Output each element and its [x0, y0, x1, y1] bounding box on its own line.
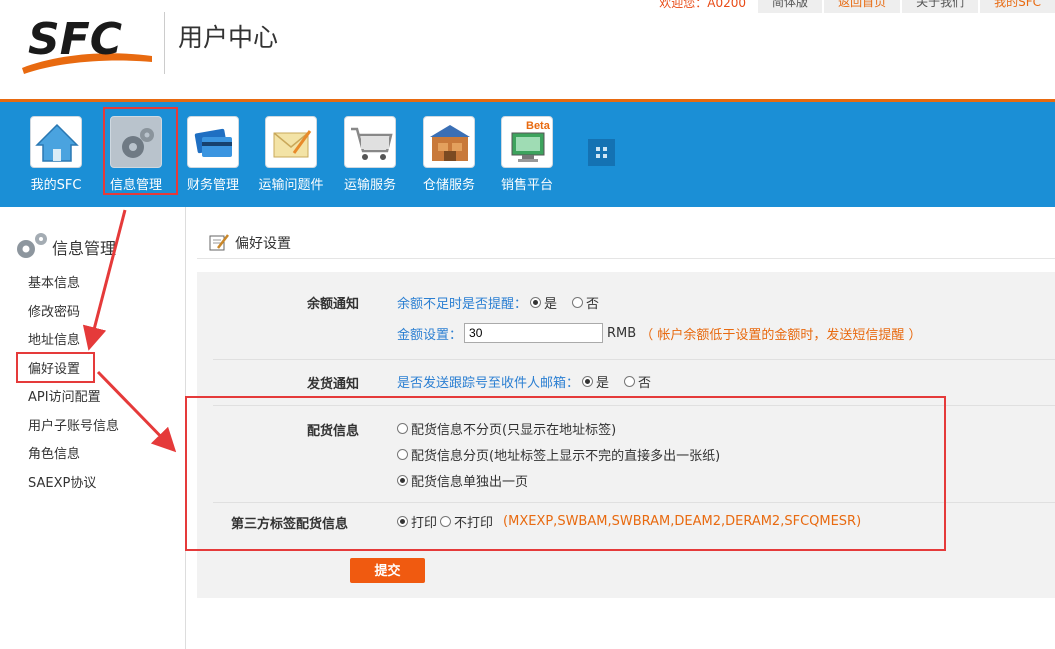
logo-divider [164, 12, 165, 74]
nav-label: 销售平台 [500, 178, 553, 193]
gears-icon [17, 233, 47, 258]
balance-amount-row: 金额设置： RMB （ 帐户余额低于设置的金额时，发送短信提醒 ） [397, 323, 921, 343]
amount-hint: （ 帐户余额低于设置的金额时，发送短信提醒 ） [640, 327, 922, 343]
balance-no-radio[interactable] [572, 297, 584, 308]
monitor-beta-icon: Beta [501, 116, 553, 168]
shipping-no-radio[interactable] [624, 376, 636, 387]
nav-item-my-sfc[interactable]: 我的SFC [21, 116, 91, 196]
amount-input[interactable] [464, 323, 604, 343]
logo-text: SFC [28, 14, 122, 65]
nav-label: 我的SFC [30, 178, 82, 193]
language-link[interactable]: 简体版 [758, 0, 823, 13]
balance-notify-row: 余额不足时是否提醒： 是 否 [397, 293, 599, 312]
more-apps-button[interactable] [588, 139, 615, 166]
sidebar-item-change-password[interactable]: 修改密码 [28, 304, 119, 333]
about-link[interactable]: 关于我们 [902, 0, 979, 13]
page-title: 用户中心 [178, 23, 279, 52]
sidebar-item-api-access[interactable]: API访问配置 [28, 389, 119, 418]
sidebar-header: 信息管理 [12, 231, 116, 259]
home-icon [30, 116, 82, 168]
active-nav-highlight [103, 107, 178, 195]
top-links: 欢迎您：A0200 简体版 返回首页 关于我们 我的SFC [649, 0, 1055, 14]
amount-label: 金额设置： [397, 327, 463, 343]
warehouse-icon [423, 116, 475, 168]
shipping-yes-radio[interactable] [582, 376, 594, 387]
sidebar-item-sub-accounts[interactable]: 用户子账号信息 [28, 418, 119, 447]
sidebar-item-roles[interactable]: 角色信息 [28, 446, 119, 475]
balance-no-label: 否 [586, 297, 600, 312]
header: SFC 用户中心 欢迎您：A0200 简体版 返回首页 关于我们 我的SFC [0, 0, 1055, 102]
nav-label: 运输服务 [343, 178, 396, 193]
nav-label: 财务管理 [186, 178, 239, 193]
page: SFC 用户中心 欢迎您：A0200 简体版 返回首页 关于我们 我的SFC 我… [0, 0, 1055, 649]
shipping-notify-row: 是否发送跟踪号至收件人邮箱： 是 否 [397, 372, 651, 391]
beta-badge: Beta [526, 120, 551, 132]
sidebar-item-saexp-agreement[interactable]: SAEXP协议 [28, 475, 119, 504]
section-title: 偏好设置 [235, 236, 291, 252]
submit-button[interactable]: 提交 [350, 558, 425, 583]
packing-section-highlight [185, 396, 946, 551]
sidebar-title: 信息管理 [52, 239, 117, 258]
row-divider [213, 359, 1055, 360]
balance-yes-radio[interactable] [530, 297, 542, 308]
sidebar: 信息管理 基本信息 修改密码 地址信息 偏好设置 API访问配置 用户子账号信息… [0, 207, 186, 649]
my-sfc-link[interactable]: 我的SFC [980, 0, 1055, 13]
notepad-icon [209, 234, 229, 251]
balance-question: 余额不足时是否提醒： [397, 297, 528, 312]
amount-unit: RMB [607, 325, 637, 341]
shipping-yes-label: 是 [596, 376, 610, 391]
balance-notify-label: 余额通知 [307, 297, 360, 312]
sfc-logo[interactable]: SFC [18, 10, 154, 76]
cards-icon [187, 116, 239, 168]
current-sidebar-highlight [16, 352, 95, 383]
title-divider [197, 258, 1055, 259]
nav-item-sales-platform[interactable]: Beta 销售平台 [492, 116, 562, 196]
greeting-text: 欢迎您：A0200 [659, 0, 747, 10]
balance-yes-label: 是 [544, 297, 558, 312]
sidebar-menu: 基本信息 修改密码 地址信息 偏好设置 API访问配置 用户子账号信息 角色信息… [28, 275, 119, 503]
nav-item-finance[interactable]: 财务管理 [178, 116, 248, 196]
shipping-no-label: 否 [638, 376, 652, 391]
shipping-question: 是否发送跟踪号至收件人邮箱： [397, 376, 580, 391]
shopping-cart-icon [344, 116, 396, 168]
sidebar-item-basic-info[interactable]: 基本信息 [28, 275, 119, 304]
nav-label: 运输问题件 [258, 178, 324, 193]
nav-item-warehouse-service[interactable]: 仓储服务 [414, 116, 484, 196]
envelope-pencil-icon [265, 116, 317, 168]
nav-label: 仓储服务 [422, 178, 475, 193]
nav-item-transport-service[interactable]: 运输服务 [335, 116, 405, 196]
home-link[interactable]: 返回首页 [824, 0, 901, 13]
nav-item-transport-issues[interactable]: 运输问题件 [256, 116, 326, 196]
shipping-notify-label: 发货通知 [307, 377, 360, 392]
